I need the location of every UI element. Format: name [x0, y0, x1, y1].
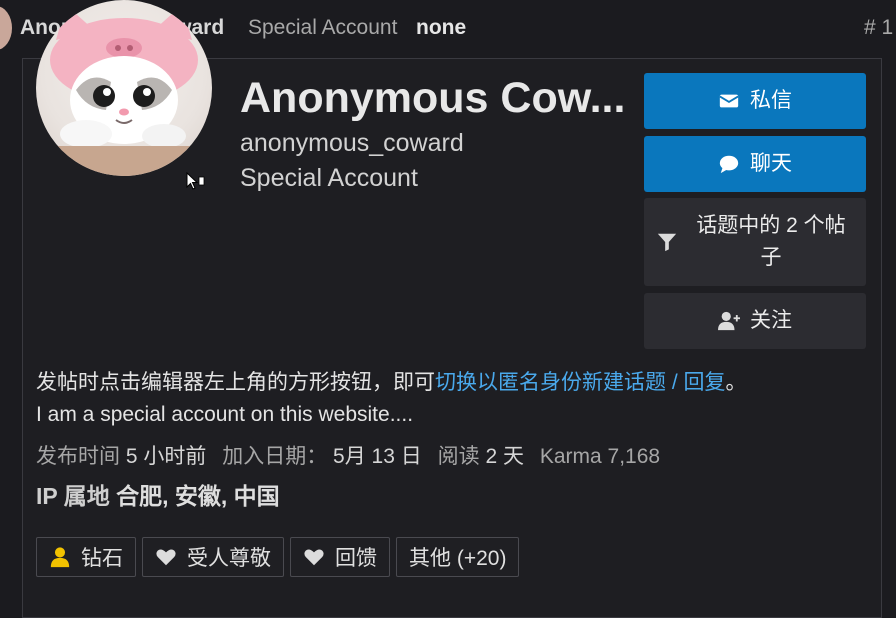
user-icon [50, 547, 70, 568]
follow-button-label: 关注 [750, 309, 792, 332]
badge-label: 其他 (+20) [409, 547, 507, 570]
heart-icon [304, 549, 324, 566]
filter-icon [657, 233, 677, 252]
message-button[interactable]: 私信 [644, 73, 866, 129]
posted-label: 发布时间 [36, 445, 120, 468]
chat-button-label: 聊天 [750, 152, 792, 175]
profile-display-name[interactable]: Anonymous Cow... [240, 74, 640, 123]
profile-title: Special Account [240, 164, 418, 192]
karma-label: Karma [539, 445, 602, 468]
profile-bio: 发帖时点击编辑器左上角的方形按钮，即可切换以匿名身份新建话题 / 回复。 I a… [36, 367, 856, 431]
ip-location-value: 合肥, 安徽, 中国 [116, 483, 280, 509]
ip-location: IP 属地 合肥, 安徽, 中国 [36, 477, 280, 511]
poster-avatar[interactable] [0, 6, 12, 50]
posted-value[interactable]: 5 小时前 [126, 445, 207, 468]
badge-diamond[interactable]: 钻石 [36, 537, 136, 577]
profile-avatar[interactable] [36, 0, 212, 176]
follow-button[interactable]: 关注 [644, 293, 866, 349]
read-label: 阅读 [437, 445, 480, 468]
badge-label: 受人尊敬 [187, 547, 271, 570]
message-button-label: 私信 [750, 89, 792, 112]
joined-value: 5月 13 日 [333, 445, 422, 468]
poster-flair: none [416, 16, 467, 39]
envelope-icon [719, 94, 739, 108]
anonymous-toggle-link[interactable]: 切换以匿名身份新建话题 / 回复 [435, 371, 726, 394]
bio-text: 发帖时点击编辑器左上角的方形按钮，即可 [36, 371, 435, 394]
profile-meta: 发布时间 5 小时前 加入日期： 5月 13 日 阅读 2 天 Karma 7,… [36, 440, 660, 470]
bio-line-2: I am a special account on this website..… [36, 403, 414, 426]
post-number[interactable]: # 1 [864, 16, 893, 40]
badge-label: 回馈 [335, 547, 377, 570]
heart-icon [156, 549, 176, 566]
chat-button[interactable]: 聊天 [644, 136, 866, 192]
badge-list: 钻石 受人尊敬 回馈 其他 (+20) [36, 537, 520, 577]
filter-posts-button[interactable]: 话题中的 2 个帖子 [644, 198, 866, 286]
bio-line-1: 发帖时点击编辑器左上角的方形按钮，即可切换以匿名身份新建话题 / 回复。 [36, 367, 856, 399]
read-value: 2 天 [485, 445, 524, 468]
karma-value: 7,168 [607, 445, 661, 468]
ip-location-label: IP 属地 [36, 483, 110, 509]
filter-posts-button-label: 话题中的 2 个帖子 [696, 214, 846, 269]
badge-label: 钻石 [81, 547, 123, 570]
cat-avatar-image [36, 5, 212, 176]
user-plus-icon [718, 311, 740, 331]
badge-more[interactable]: 其他 (+20) [396, 537, 520, 577]
chat-bubble-icon [719, 155, 739, 174]
poster-title: Special Account [248, 16, 398, 39]
profile-username: anonymous_coward [240, 129, 464, 157]
badge-giving-back[interactable]: 回馈 [290, 537, 390, 577]
joined-label: 加入日期： [222, 445, 328, 468]
mouse-cursor-icon [186, 172, 205, 190]
bio-text-end: 。 [725, 371, 747, 394]
badge-respected[interactable]: 受人尊敬 [142, 537, 284, 577]
